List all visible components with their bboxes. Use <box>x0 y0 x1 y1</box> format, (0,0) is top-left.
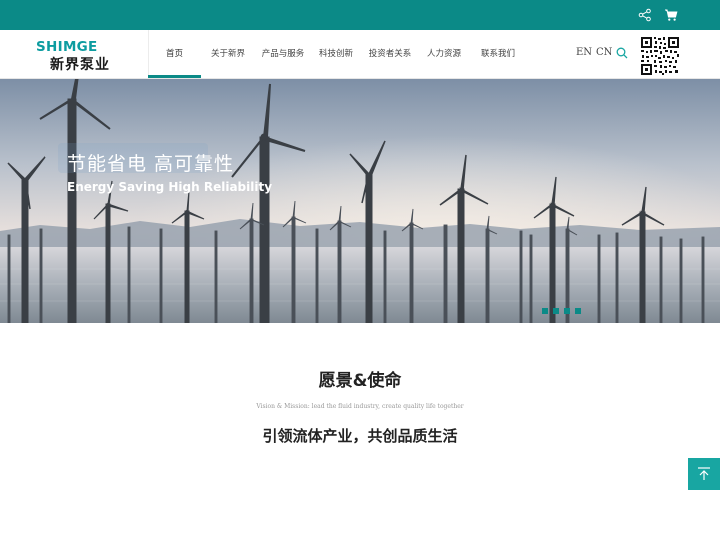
slider-dot-2[interactable] <box>553 308 559 314</box>
top-utility-bar <box>0 0 720 30</box>
hero-subtitle: Energy Saving High Reliability <box>67 180 273 194</box>
nav-item-products[interactable]: 产品与服务 <box>256 30 310 78</box>
logo-text-cn: 新界泵业 <box>50 57 110 73</box>
nav-item-home[interactable]: 首页 <box>148 30 201 78</box>
slider-dot-3[interactable] <box>564 308 570 314</box>
nav-item-contact[interactable]: 联系我们 <box>475 30 521 78</box>
hero-title: 节能省电 高可靠性 <box>67 153 235 175</box>
slider-dot-4[interactable] <box>575 308 581 314</box>
lang-en-link[interactable]: EN <box>576 47 592 58</box>
qr-code <box>640 36 680 76</box>
vision-title: 愿景&使命 <box>318 371 402 391</box>
slider-dot-1[interactable] <box>542 308 548 314</box>
cart-icon[interactable] <box>664 8 678 22</box>
back-to-top-button[interactable] <box>688 458 720 490</box>
arrow-up-icon <box>698 467 710 480</box>
nav-item-innovation[interactable]: 科技创新 <box>314 30 358 78</box>
vision-subtitle: Vision & Mission: lead the fluid industr… <box>256 403 464 410</box>
main-header: SHIMGE 新界泵业 首页 关于新界 产品与服务 科技创新 投资者关系 人力资… <box>0 30 720 79</box>
share-icon[interactable] <box>638 8 652 22</box>
vision-slogan: 引领流体产业，共创品质生活 <box>262 427 458 445</box>
nav-item-hr[interactable]: 人力资源 <box>422 30 466 78</box>
logo-text-en: SHIMGE <box>36 39 98 55</box>
hero-banner[interactable]: 节能省电 高可靠性 Energy Saving High Reliability <box>0 79 720 323</box>
brand-logo[interactable]: SHIMGE 新界泵业 <box>36 39 132 73</box>
nav-item-about[interactable]: 关于新界 <box>203 30 253 78</box>
wind-farm-image <box>0 79 720 323</box>
lang-cn-link[interactable]: CN <box>596 47 612 58</box>
search-icon[interactable] <box>616 47 628 59</box>
nav-item-investors[interactable]: 投资者关系 <box>363 30 417 78</box>
